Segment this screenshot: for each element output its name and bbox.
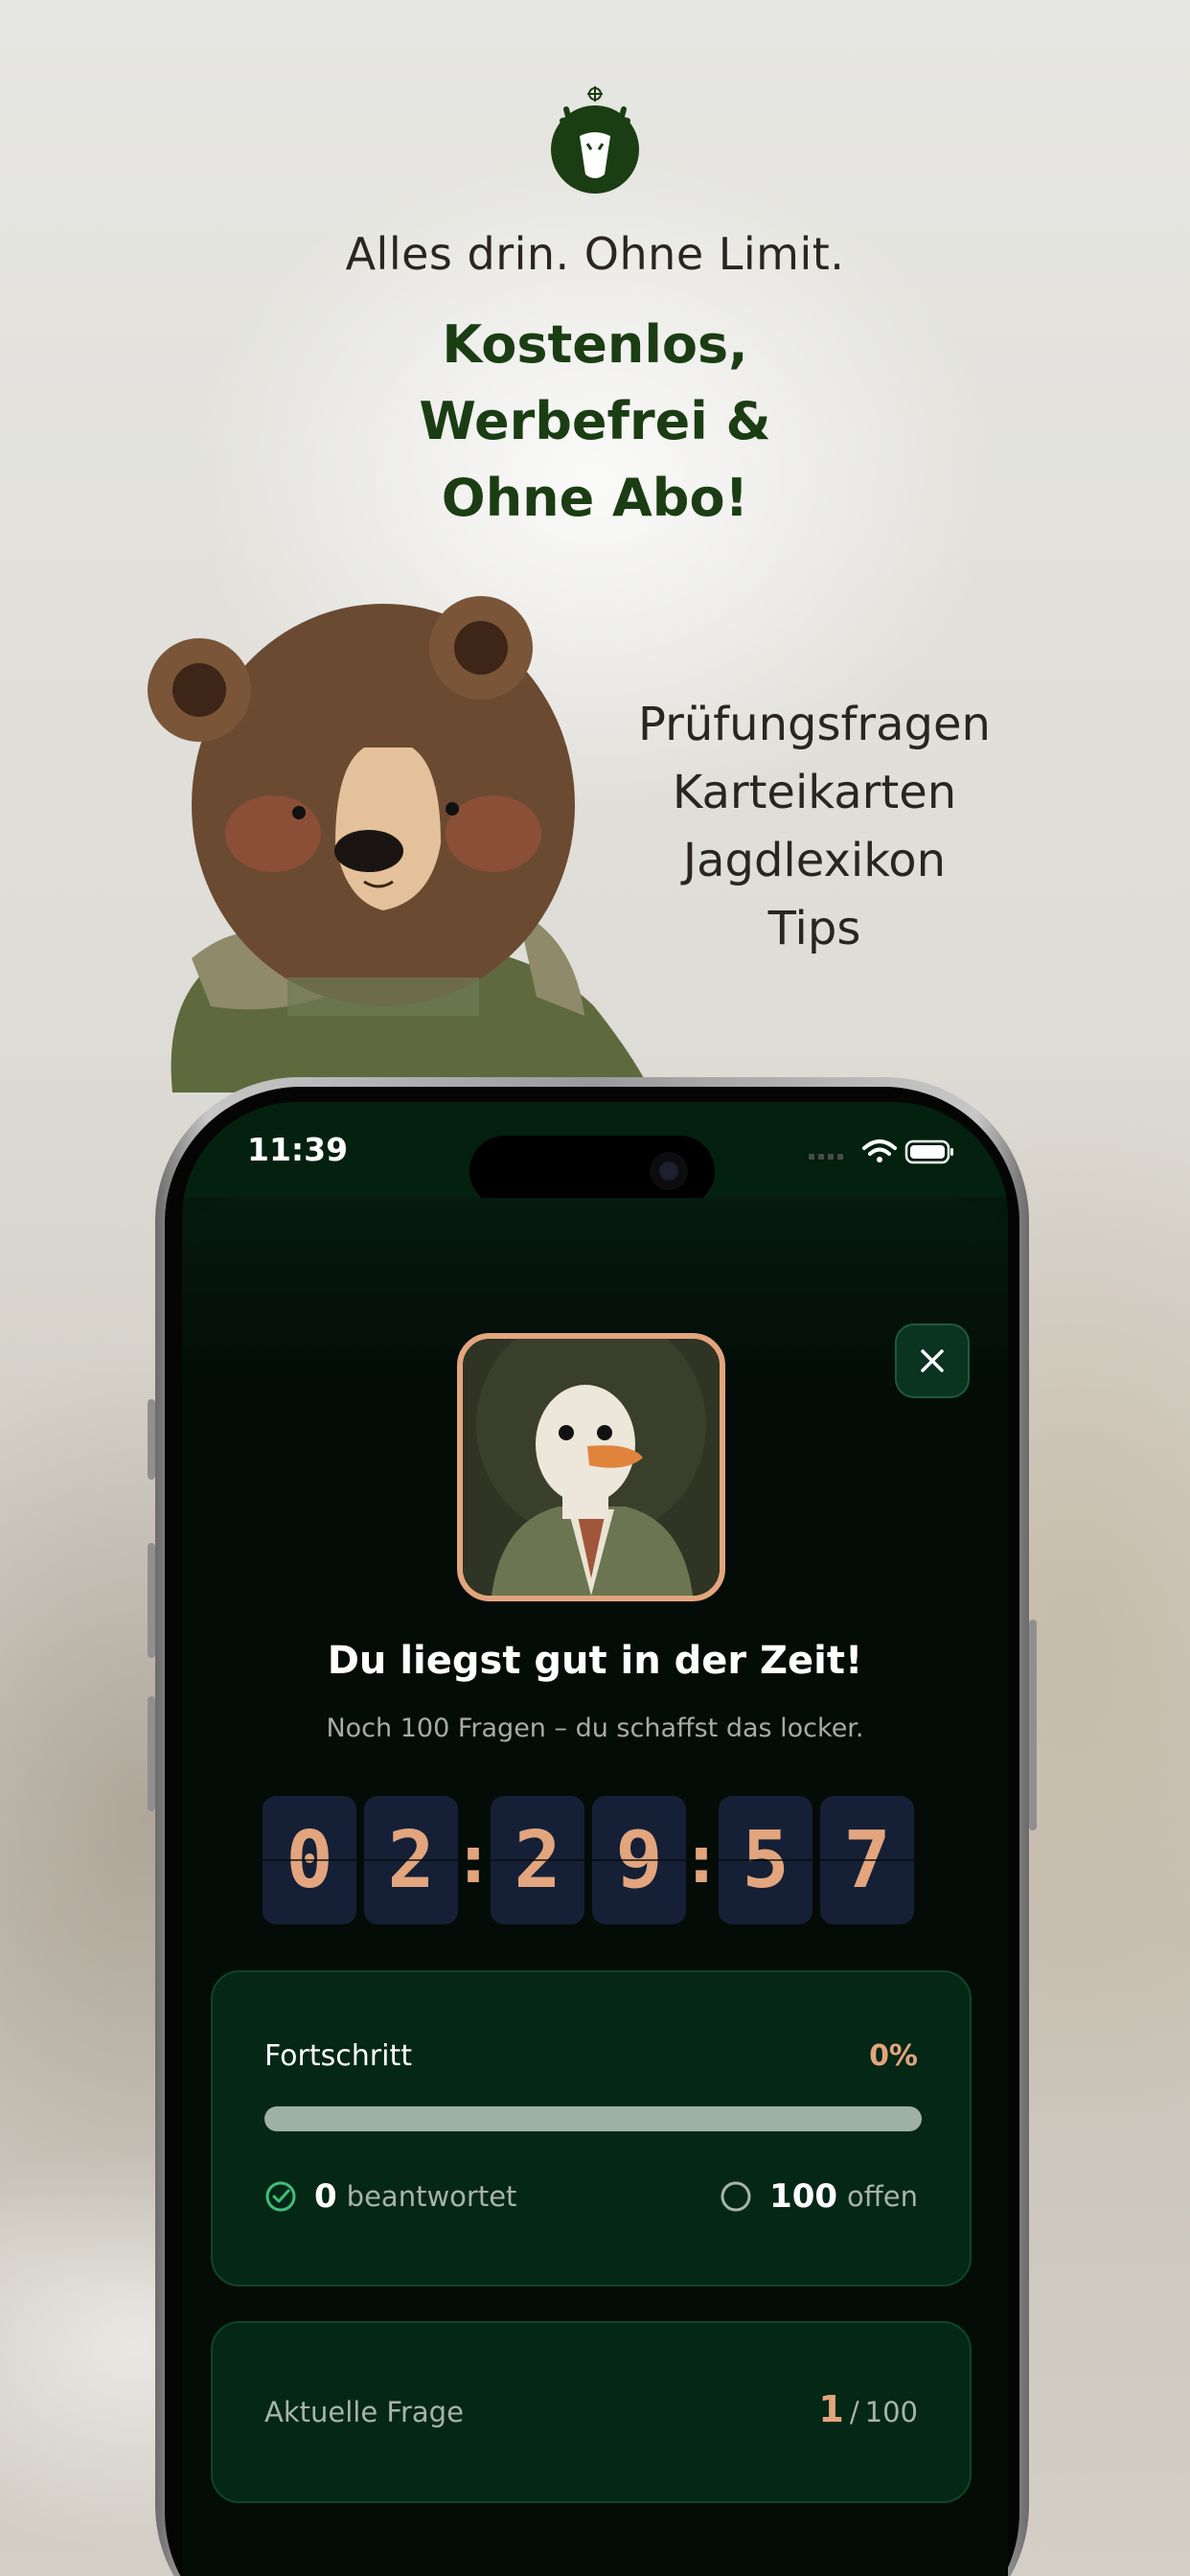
close-button[interactable] [895,1323,970,1398]
answered-count: 0 [314,2177,337,2216]
timer-digit: 7 [820,1796,914,1924]
phone-side-button [148,1543,155,1658]
countdown-timer: 0 2 : 2 9 : 5 7 [263,1796,924,1924]
current-question-total: 100 [864,2396,918,2428]
close-icon [921,1349,944,1372]
headline: Alles drin. Ohne Limit. [345,228,845,280]
phone-screen: 11:39 Du liegst gut in der Zeit! Noch 10… [182,1102,1008,2576]
timer-separator: : [460,1823,487,1898]
open-circle-icon [721,2181,751,2212]
timer-digit: 5 [719,1796,812,1924]
current-question-label: Aktuelle Frage [264,2396,464,2428]
timer-digit: 9 [592,1796,686,1924]
progress-label: Fortschritt [264,2039,412,2073]
current-question-card: Aktuelle Frage 1 / 100 [211,2321,972,2503]
battery-icon [904,1139,953,1164]
status-time: 11:39 [247,1131,349,1168]
timer-digit: 0 [263,1796,356,1924]
modal-subtitle: Noch 100 Fragen – du schaffst das locker… [326,1714,864,1743]
timer-digit: 2 [491,1796,584,1924]
promo-line: Ohne Abo! [441,468,749,528]
open-label: offen [847,2180,918,2213]
current-question-counter: 1 / 100 [818,2388,918,2430]
modal-title: Du liegst gut in der Zeit! [327,1639,863,1683]
bear-illustration [148,596,652,1092]
answered-stat: 0 beantwortet [264,2174,516,2220]
phone-side-button [148,1696,155,1811]
status-icons [809,1139,953,1164]
answered-label: beantwortet [346,2180,517,2213]
goose-avatar [457,1333,725,1601]
current-question-separator: / [849,2396,859,2428]
progress-bar [264,2106,922,2131]
progress-percent: 0% [869,2039,918,2073]
phone-side-button [1029,1620,1037,1830]
timer-separator: : [688,1823,715,1898]
promo-line: Kostenlos, [442,314,748,375]
wifi-icon [862,1139,897,1162]
goose-portrait [463,1339,720,1596]
open-stat: 100 offen [720,2174,918,2220]
progress-card: Fortschritt 0% 0 beantwortet 100 offen [211,1970,972,2287]
promo-line: Werbefrei & [419,391,771,451]
signal-icon [809,1154,843,1160]
open-count: 100 [769,2177,838,2216]
status-bar: 11:39 [182,1102,1008,1207]
check-circle-icon [265,2181,296,2212]
timer-digit: 2 [364,1796,458,1924]
deer-head-logo-icon [551,86,639,194]
phone-side-button [148,1399,155,1480]
current-question-number: 1 [818,2388,844,2430]
front-camera [650,1152,688,1190]
